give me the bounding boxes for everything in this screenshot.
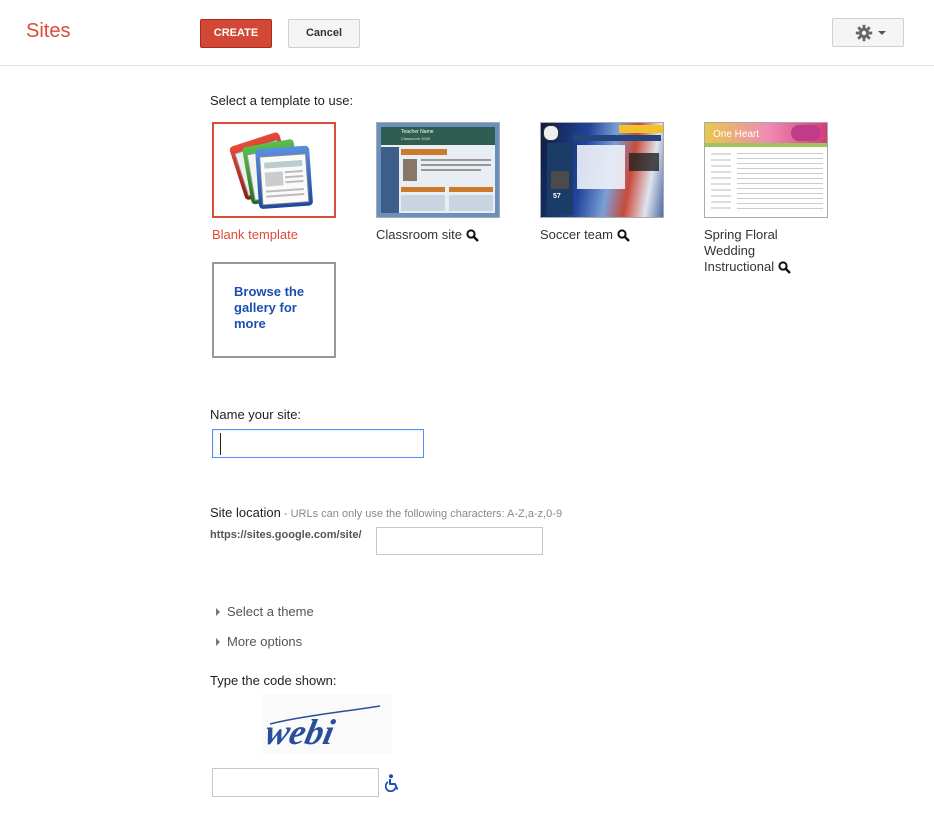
app-title[interactable]: Sites [26,20,70,43]
template-classroom-label[interactable]: Classroom site [376,227,486,243]
template-soccer-name: Soccer team [540,227,613,242]
magnifier-icon[interactable] [466,229,479,242]
captcha-label: Type the code shown: [210,673,337,688]
magnifier-icon[interactable] [617,229,630,242]
template-soccer-label[interactable]: Soccer team [540,227,650,243]
template-floral-label[interactable]: Spring Floral Wedding Instructional [704,227,814,275]
template-floral-name: Spring Floral Wedding Instructional [704,227,778,274]
magnifier-icon[interactable] [778,261,791,274]
gear-icon [855,24,873,42]
captcha-image: webi [262,694,392,754]
triangle-right-icon [216,607,220,616]
more-options-label: More options [227,634,303,649]
create-button[interactable]: CREATE [200,19,272,48]
site-location-label: Site location [210,505,281,520]
site-location-separator: - [280,508,291,520]
classroom-thumb-subtitle: Classroom 2009 [401,136,431,141]
browse-gallery-label: Browse the gallery for more [234,284,305,331]
select-theme-toggle[interactable]: Select a theme [216,604,314,619]
template-blank[interactable] [212,122,336,218]
site-location-heading: Site location - URLs can only use the fo… [210,505,562,520]
chevron-down-icon [878,31,886,35]
cancel-button[interactable]: Cancel [288,19,360,48]
template-floral[interactable]: One Heart [704,122,828,218]
classroom-thumb-title: Teacher Name [401,129,434,135]
wheelchair-icon[interactable] [385,774,401,792]
browse-gallery-button[interactable]: Browse the gallery for more [212,262,336,358]
top-bar: Sites CREATE Cancel [0,0,934,66]
floral-thumb-banner: One Heart [713,129,760,140]
settings-button[interactable] [832,18,904,47]
site-location-hint: URLs can only use the following characte… [290,508,563,520]
template-classroom[interactable]: Teacher Name Classroom 2009 [376,122,500,218]
site-name-label: Name your site: [210,407,302,422]
captcha-code-text: webi [262,712,338,752]
captcha-input[interactable] [212,768,379,797]
template-heading: Select a template to use: [210,93,354,108]
text-cursor [220,433,221,455]
url-prefix: https://sites.google.com/site/ [210,529,362,541]
template-classroom-name: Classroom site [376,227,462,242]
template-soccer[interactable]: 57 [540,122,664,218]
blank-template-icon [229,132,313,209]
select-theme-label: Select a theme [227,604,314,619]
triangle-right-icon [216,637,220,646]
more-options-toggle[interactable]: More options [216,634,302,649]
site-location-input[interactable] [376,527,543,555]
site-name-input[interactable] [212,429,424,458]
soccer-thumb-score: 57 [553,193,561,200]
template-blank-label[interactable]: Blank template [212,227,322,243]
